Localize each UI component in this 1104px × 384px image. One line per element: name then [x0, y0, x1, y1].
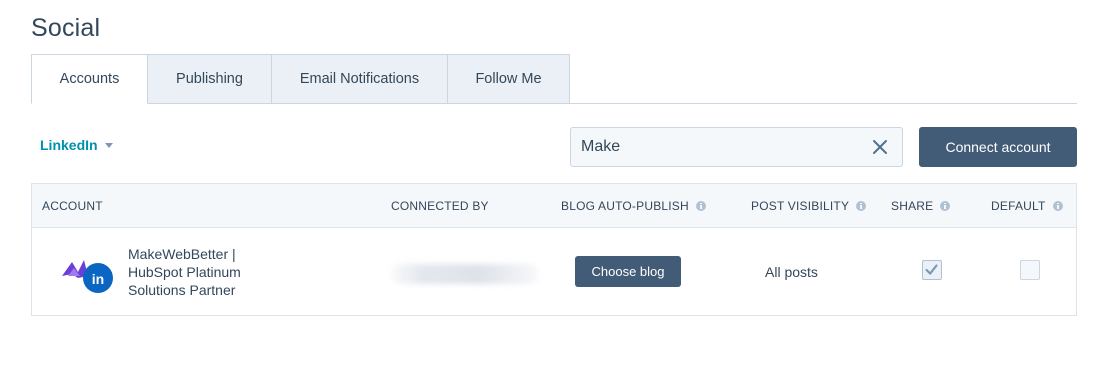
- column-label: CONNECTED BY: [391, 199, 489, 213]
- info-icon[interactable]: [856, 201, 867, 211]
- info-icon[interactable]: [695, 201, 706, 211]
- tab-email-notifications[interactable]: Email Notifications: [272, 54, 448, 104]
- tab-accounts[interactable]: Accounts: [31, 54, 148, 104]
- account-search: [570, 127, 903, 167]
- search-input[interactable]: [571, 128, 861, 166]
- choose-blog-button[interactable]: Choose blog: [575, 256, 681, 287]
- table-header: ACCOUNT CONNECTED BY BLOG AUTO-PUBLISH P…: [32, 184, 1076, 228]
- tab-publishing[interactable]: Publishing: [148, 54, 272, 104]
- accounts-table: ACCOUNT CONNECTED BY BLOG AUTO-PUBLISH P…: [31, 183, 1077, 316]
- post-visibility-value: All posts: [765, 264, 818, 280]
- network-dropdown[interactable]: LinkedIn: [40, 137, 113, 153]
- info-icon[interactable]: [940, 201, 951, 211]
- table-row: in MakeWebBetter | HubSpot Platinum Solu…: [32, 228, 1076, 316]
- tab-follow-me[interactable]: Follow Me: [448, 54, 570, 104]
- share-checkbox[interactable]: [922, 260, 942, 280]
- caret-down-icon: [104, 143, 113, 148]
- column-header-post-visibility: POST VISIBILITY: [751, 184, 867, 228]
- column-label: DEFAULT: [991, 199, 1046, 213]
- connect-account-button[interactable]: Connect account: [919, 127, 1077, 167]
- column-header-default: DEFAULT: [991, 184, 1063, 228]
- column-header-account: ACCOUNT: [42, 184, 103, 228]
- column-label: SHARE: [891, 199, 934, 213]
- account-avatar: in: [62, 260, 113, 293]
- linkedin-badge-text: in: [92, 271, 104, 287]
- column-header-blog-auto-publish: BLOG AUTO-PUBLISH: [561, 184, 706, 228]
- checkmark-icon: [925, 264, 938, 275]
- column-label: BLOG AUTO-PUBLISH: [561, 199, 689, 213]
- settings-tabs: Accounts Publishing Email Notifications …: [31, 54, 570, 104]
- info-icon[interactable]: [1052, 201, 1063, 211]
- column-label: ACCOUNT: [42, 199, 103, 213]
- tabs-divider: [569, 103, 1077, 104]
- column-header-connected-by: CONNECTED BY: [391, 184, 489, 228]
- close-icon[interactable]: [872, 139, 888, 155]
- account-name: MakeWebBetter | HubSpot Platinum Solutio…: [128, 246, 241, 298]
- connected-by-user-redacted: [392, 264, 538, 284]
- column-header-share: SHARE: [891, 184, 951, 228]
- column-label: POST VISIBILITY: [751, 199, 850, 213]
- default-checkbox[interactable]: [1020, 260, 1040, 280]
- network-dropdown-label: LinkedIn: [40, 137, 98, 153]
- page-title: Social: [31, 14, 101, 42]
